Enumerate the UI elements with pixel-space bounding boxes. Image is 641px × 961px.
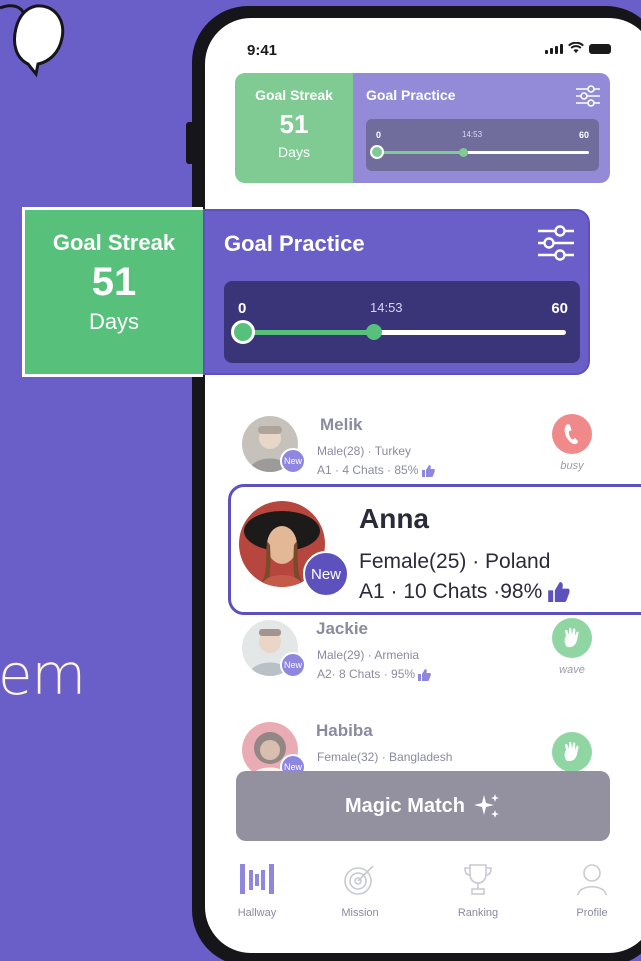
filter-settings-icon[interactable]: [538, 225, 574, 261]
mini-slider-fill: [379, 151, 463, 154]
practice-slider-thumb[interactable]: [231, 320, 255, 344]
goal-streak-panel: Goal Streak 51 Days: [22, 207, 203, 377]
mini-streak-title: Goal Streak: [255, 87, 333, 103]
slider-mid-label: 14:53: [370, 300, 403, 315]
wave-hand-icon: [564, 627, 579, 648]
tab-ranking[interactable]: Ranking: [438, 862, 518, 919]
tab-hallway[interactable]: Hallway: [217, 862, 297, 919]
mini-slider-track[interactable]: [379, 151, 589, 154]
practice-slider-box: 0 14:53 60: [224, 281, 580, 363]
user-name: Habiba: [316, 721, 373, 740]
magic-match-button[interactable]: Magic Match: [236, 771, 610, 841]
magic-match-label: Magic Match: [344, 794, 466, 817]
avatar-melik: New: [242, 416, 306, 474]
new-badge: New: [280, 448, 306, 474]
filter-icon[interactable]: [576, 85, 600, 107]
user-row-anna[interactable]: New Anna Female(25) · Poland A1 · 10 Cha…: [228, 484, 641, 615]
mini-slider-marker: [459, 148, 468, 157]
practice-slider-track[interactable]: [242, 330, 566, 335]
user-stats-text: A1 · 10 Chats ·98%: [359, 580, 543, 603]
user-icon: [577, 864, 607, 896]
new-badge: New: [303, 551, 349, 597]
mini-slider-thumb[interactable]: [370, 145, 384, 159]
mini-goal-streak: Goal Streak 51 Days: [235, 73, 353, 183]
tab-label: Mission: [341, 907, 379, 919]
mini-practice-slider-box: 0 14:53 60: [366, 119, 599, 171]
hallway-icon: [240, 864, 274, 894]
goal-card: Goal Streak 51 Days Goal Practice 0 14:5…: [22, 207, 590, 377]
tab-label: Ranking: [457, 907, 499, 919]
sparkles-icon: [474, 794, 500, 818]
user-demographics: Female(25) · Poland: [359, 550, 551, 573]
background-text: em: [0, 643, 86, 708]
goal-streak-unit: Days: [88, 309, 140, 334]
mini-slider-max: 60: [578, 130, 589, 140]
phone-icon: [564, 424, 578, 445]
wave-status-button[interactable]: [552, 618, 592, 658]
mini-streak-unit: Days: [278, 144, 310, 160]
status-icons: [545, 42, 611, 54]
logo-bubble-icon: [0, 4, 65, 78]
bottom-tab-bar: Hallway Mission Ranking Profile: [220, 862, 630, 922]
user-name: Melik: [320, 415, 363, 434]
slider-min-label: 0: [238, 300, 247, 317]
mini-practice-title: Goal Practice: [366, 87, 456, 103]
practice-slider-marker: [365, 324, 382, 340]
user-stats: A1 · 4 Chats · 85%: [317, 463, 435, 477]
goal-streak-value: 51: [91, 260, 137, 304]
mini-slider-min: 0: [376, 130, 382, 140]
status-label: wave: [559, 664, 585, 676]
user-demographics: Male(28) · Turkey: [317, 444, 412, 458]
thumbs-up-icon: [421, 464, 435, 477]
mini-streak-value: 51: [279, 109, 309, 139]
new-badge: New: [280, 652, 306, 678]
user-demographics: Male(29) · Armenia: [317, 648, 420, 662]
user-stats: A1 · 10 Chats ·98%: [359, 580, 570, 604]
goal-streak-title: Goal Streak: [52, 230, 176, 255]
user-stats: A2· 8 Chats · 95%: [317, 667, 432, 681]
goal-practice-panel: Goal Practice 0 14:53 60: [203, 209, 590, 375]
mini-goal-practice: Goal Practice 0 14:53 60: [353, 73, 610, 183]
mini-goal-card: Goal Streak 51 Days Goal Practice 0 14:5…: [235, 73, 610, 183]
tab-label: Profile: [576, 907, 608, 919]
wifi-icon: [568, 42, 584, 53]
wave-status-button[interactable]: [552, 732, 592, 772]
goal-practice-title: Goal Practice: [224, 231, 365, 256]
signal-icon: [545, 44, 563, 54]
user-stats-text: A1 · 4 Chats · 85%: [317, 463, 419, 477]
thumbs-up-icon: [418, 668, 432, 681]
thumbs-up-icon: [548, 582, 570, 603]
mini-slider-mid: 14:53: [462, 130, 483, 139]
status-label: busy: [560, 460, 584, 472]
user-name: Anna: [359, 503, 429, 534]
user-name: Jackie: [316, 619, 368, 638]
avatar-jackie: New: [242, 620, 306, 678]
target-icon: [344, 865, 374, 895]
user-demographics: Female(32) · Bangladesh: [317, 750, 453, 764]
battery-icon: [589, 44, 611, 54]
practice-slider-fill: [242, 330, 372, 335]
avatar-habiba: New: [242, 722, 306, 780]
wave-hand-icon: [564, 741, 579, 762]
user-stats-text: A2· 8 Chats · 95%: [317, 667, 416, 681]
busy-status-button[interactable]: [552, 414, 592, 454]
tab-profile[interactable]: Profile: [552, 862, 632, 919]
tab-mission[interactable]: Mission: [320, 862, 400, 919]
trophy-icon: [464, 864, 492, 895]
status-time: 9:41: [247, 42, 278, 59]
slider-max-label: 60: [551, 300, 568, 317]
tab-label: Hallway: [237, 907, 277, 919]
